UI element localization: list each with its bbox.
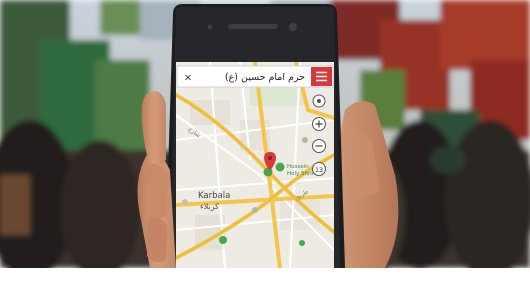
city-label-ar: كربلاء <box>200 202 219 211</box>
sensor <box>207 24 213 30</box>
zoom-out-button[interactable] <box>312 139 326 153</box>
zoom-level-badge: 13 <box>312 162 326 176</box>
close-icon[interactable]: × <box>184 73 192 84</box>
poi-label-line1: Hussein <box>287 164 309 170</box>
my-location-icon <box>317 99 321 103</box>
city-label-en: Karbala <box>198 191 230 201</box>
phone-screen: Hussein Holy Shrine Karbala كربلاء شارع … <box>176 62 334 268</box>
zoom-level-text: 13 <box>315 166 323 174</box>
poi-gray-icon <box>252 207 258 213</box>
menu-button[interactable] <box>311 67 332 86</box>
my-location-button[interactable] <box>312 94 326 108</box>
zoom-in-button[interactable] <box>312 117 326 131</box>
front-camera <box>289 23 297 31</box>
poi-gray-icon <box>182 199 188 205</box>
scene-svg: Hussein Holy Shrine Karbala كربلاء شارع … <box>0 0 530 268</box>
photo-scene: Hussein Holy Shrine Karbala كربلاء شارع … <box>0 0 530 268</box>
earpiece <box>228 24 278 29</box>
poi-park-icon[interactable] <box>299 240 305 246</box>
poi-gray-icon <box>302 137 308 143</box>
poi-shrine-icon[interactable] <box>275 162 285 172</box>
poi-park-icon[interactable] <box>219 236 227 244</box>
search-input[interactable]: حرم امام حسین (ع) <box>225 72 305 83</box>
bottom-white-strip <box>0 268 530 285</box>
search-bar: × حرم امام حسین (ع) <box>176 65 334 88</box>
